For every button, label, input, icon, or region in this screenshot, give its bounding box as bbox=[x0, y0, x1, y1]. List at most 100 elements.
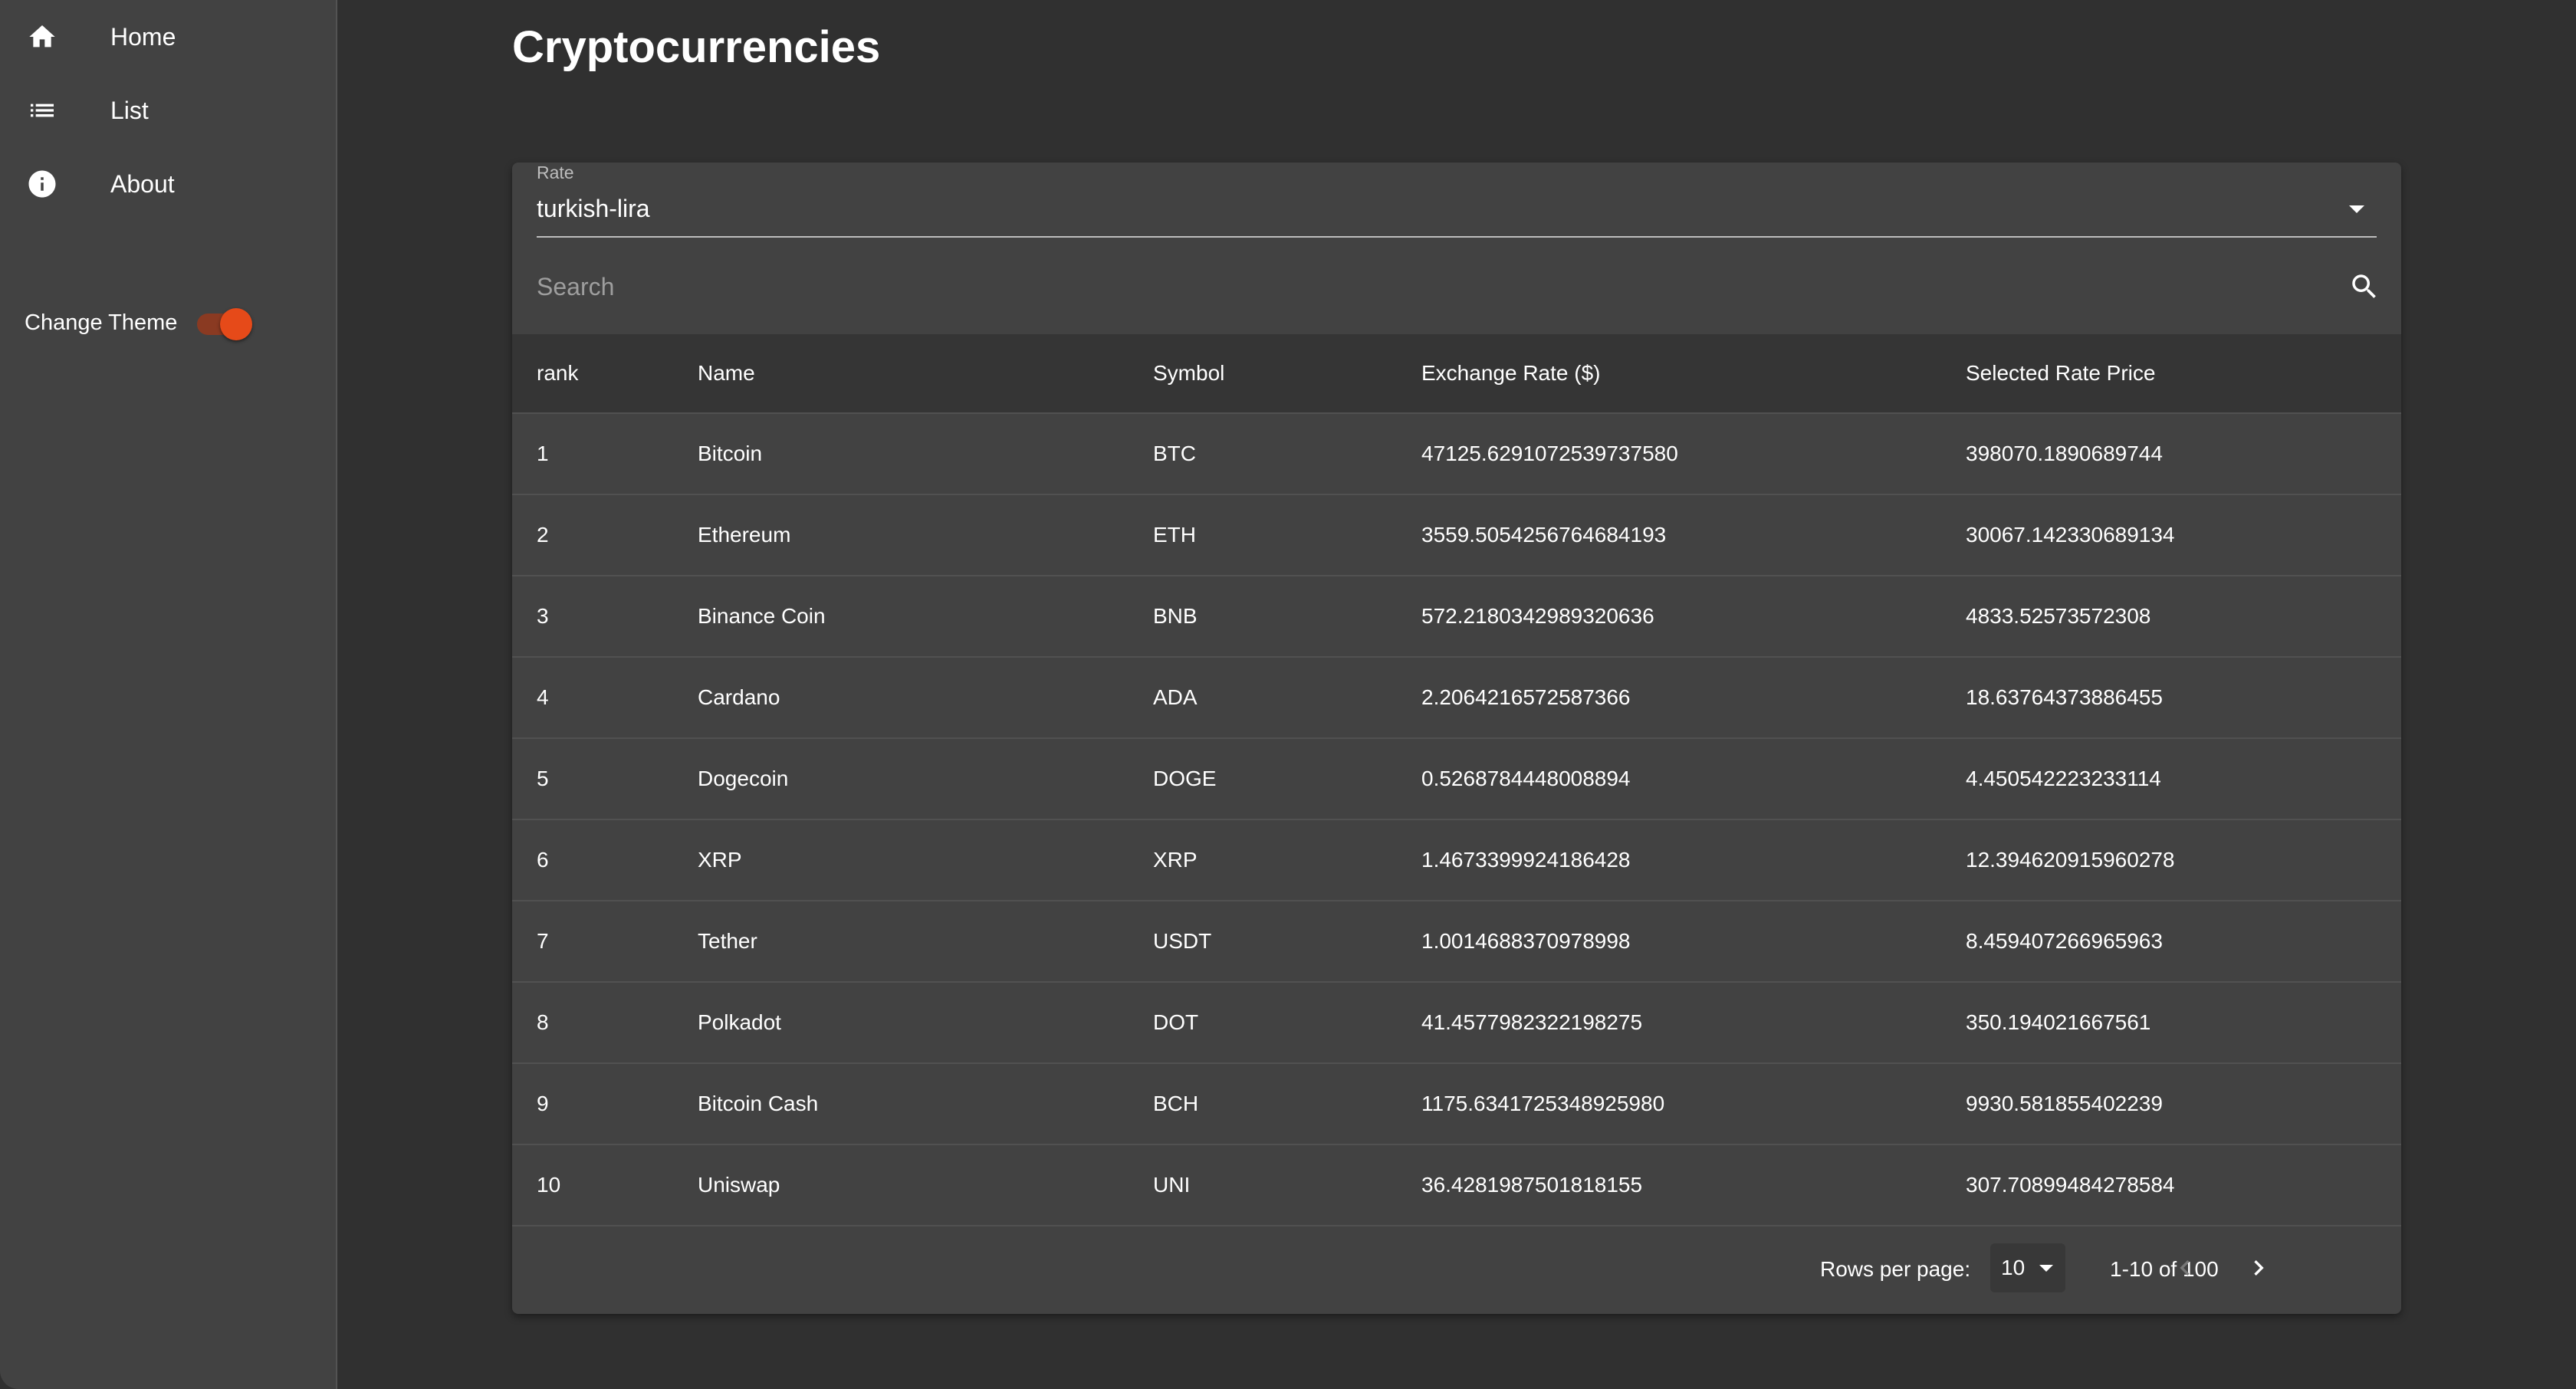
cell-symbol: BNB bbox=[1153, 604, 1198, 628]
cell-rank: 10 bbox=[537, 1173, 561, 1197]
sidebar-item-label: Home bbox=[110, 22, 176, 51]
cell-selected-rate-price: 18.63764373886455 bbox=[1966, 685, 2163, 709]
search-bar bbox=[512, 247, 2401, 327]
crypto-table-card: Rate turkish-lira rank Name Symbol Excha… bbox=[512, 163, 2401, 1314]
cell-rank: 7 bbox=[537, 929, 549, 953]
rate-select[interactable]: Rate turkish-lira bbox=[537, 163, 2377, 238]
rows-per-page-value: 10 bbox=[2001, 1256, 2026, 1279]
cell-symbol: ETH bbox=[1153, 523, 1196, 547]
cell-symbol: DOT bbox=[1153, 1010, 1199, 1034]
switch-thumb bbox=[220, 308, 253, 340]
column-header-exchange-rate: Exchange Rate ($) bbox=[1421, 361, 1601, 385]
cell-name: Tether bbox=[698, 929, 757, 953]
cell-exchange-rate: 47125.6291072539737580 bbox=[1421, 442, 1678, 465]
cell-symbol: ADA bbox=[1153, 685, 1198, 709]
table-row[interactable]: 3 Binance Coin BNB 572.2180342989320636 … bbox=[512, 576, 2401, 658]
cell-exchange-rate: 3559.5054256764684193 bbox=[1421, 523, 1667, 547]
table-row[interactable]: 5 Dogecoin DOGE 0.5268784448008894 4.450… bbox=[512, 739, 2401, 820]
cell-rank: 6 bbox=[537, 848, 549, 872]
info-icon bbox=[25, 167, 59, 201]
cell-selected-rate-price: 398070.1890689744 bbox=[1966, 442, 2163, 465]
cell-exchange-rate: 1.4673399924186428 bbox=[1421, 848, 1631, 872]
cell-rank: 8 bbox=[537, 1010, 549, 1034]
list-icon bbox=[25, 94, 59, 127]
caret-down-icon bbox=[2039, 1265, 2053, 1272]
cell-rank: 2 bbox=[537, 523, 549, 547]
sidebar-item-home[interactable]: Home bbox=[0, 0, 336, 74]
cell-name: Polkadot bbox=[698, 1010, 781, 1034]
cell-exchange-rate: 1175.6341725348925980 bbox=[1421, 1092, 1665, 1115]
cell-symbol: UNI bbox=[1153, 1173, 1191, 1197]
cell-exchange-rate: 2.2064216572587366 bbox=[1421, 685, 1631, 709]
cell-rank: 9 bbox=[537, 1092, 549, 1115]
cell-selected-rate-price: 4.450542223233114 bbox=[1966, 767, 2161, 790]
sidebar-item-label: List bbox=[110, 96, 149, 124]
table-pagination: Rows per page: 10 1-10 of 100 bbox=[512, 1230, 2401, 1314]
crypto-table: rank Name Symbol Exchange Rate ($) Selec… bbox=[512, 334, 2401, 1226]
cell-name: Binance Coin bbox=[698, 604, 826, 628]
search-icon[interactable] bbox=[2346, 268, 2383, 305]
table-row[interactable]: 4 Cardano ADA 2.2064216572587366 18.6376… bbox=[512, 658, 2401, 739]
cell-symbol: BCH bbox=[1153, 1092, 1199, 1115]
cell-name: Ethereum bbox=[698, 523, 791, 547]
cell-name: Bitcoin Cash bbox=[698, 1092, 819, 1115]
cell-rank: 1 bbox=[537, 442, 549, 465]
sidebar-item-list[interactable]: List bbox=[0, 74, 336, 147]
column-header-symbol: Symbol bbox=[1153, 361, 1225, 385]
table-row[interactable]: 1 Bitcoin BTC 47125.6291072539737580 398… bbox=[512, 414, 2401, 495]
caret-down-icon bbox=[2349, 205, 2364, 213]
chevron-right-icon bbox=[2254, 1260, 2264, 1276]
cell-symbol: USDT bbox=[1153, 929, 1212, 953]
next-page-button[interactable] bbox=[2240, 1249, 2277, 1286]
cell-name: XRP bbox=[698, 848, 742, 872]
cell-name: Uniswap bbox=[698, 1173, 780, 1197]
cell-exchange-rate: 1.0014688370978998 bbox=[1421, 929, 1631, 953]
cell-selected-rate-price: 350.194021667561 bbox=[1966, 1010, 2151, 1034]
column-header-name: Name bbox=[698, 361, 755, 385]
search-input[interactable] bbox=[537, 265, 2315, 308]
cell-name: Bitcoin bbox=[698, 442, 763, 465]
cell-rank: 4 bbox=[537, 685, 549, 709]
table-row[interactable]: 9 Bitcoin Cash BCH 1175.6341725348925980… bbox=[512, 1064, 2401, 1145]
sidebar: Home List About Change Theme bbox=[0, 0, 337, 1389]
table-row[interactable]: 2 Ethereum ETH 3559.5054256764684193 300… bbox=[512, 495, 2401, 576]
cell-selected-rate-price: 9930.581855402239 bbox=[1966, 1092, 2163, 1115]
cell-exchange-rate: 572.2180342989320636 bbox=[1421, 604, 1654, 628]
cell-selected-rate-price: 30067.142330689134 bbox=[1966, 523, 2175, 547]
sidebar-item-about[interactable]: About bbox=[0, 147, 336, 221]
chevron-left-icon bbox=[2180, 1260, 2190, 1276]
cell-rank: 3 bbox=[537, 604, 549, 628]
page-title: Cryptocurrencies bbox=[512, 22, 881, 72]
app: Home List About Change Theme Cryptocurre… bbox=[0, 0, 2576, 1389]
cell-selected-rate-price: 8.459407266965963 bbox=[1966, 929, 2163, 953]
table-row[interactable]: 6 XRP XRP 1.4673399924186428 12.39462091… bbox=[512, 820, 2401, 901]
column-header-rank: rank bbox=[537, 361, 579, 385]
cell-exchange-rate: 36.4281987501818155 bbox=[1421, 1173, 1643, 1197]
cell-symbol: BTC bbox=[1153, 442, 1196, 465]
home-icon bbox=[25, 20, 59, 54]
cell-symbol: XRP bbox=[1153, 848, 1198, 872]
rate-select-value: turkish-lira bbox=[537, 195, 650, 222]
cell-name: Cardano bbox=[698, 685, 780, 709]
cell-rank: 5 bbox=[537, 767, 549, 790]
cell-selected-rate-price: 12.394620915960278 bbox=[1966, 848, 2175, 872]
theme-toggle-label: Change Theme bbox=[25, 310, 178, 335]
cell-exchange-rate: 0.5268784448008894 bbox=[1421, 767, 1631, 790]
cell-exchange-rate: 41.4577982322198275 bbox=[1421, 1010, 1643, 1034]
rate-select-label: Rate bbox=[537, 163, 574, 182]
table-header-row: rank Name Symbol Exchange Rate ($) Selec… bbox=[512, 334, 2401, 414]
cell-symbol: DOGE bbox=[1153, 767, 1217, 790]
theme-toggle-row: Change Theme bbox=[25, 304, 254, 342]
previous-page-button[interactable] bbox=[2167, 1249, 2203, 1286]
cell-selected-rate-price: 4833.52573572308 bbox=[1966, 604, 2151, 628]
column-header-selected-rate-price: Selected Rate Price bbox=[1966, 361, 2156, 385]
sidebar-item-label: About bbox=[110, 169, 175, 198]
theme-toggle-switch[interactable] bbox=[192, 304, 254, 342]
cell-selected-rate-price: 307.70899484278584 bbox=[1966, 1173, 2175, 1197]
rows-per-page-label: Rows per page: bbox=[1820, 1257, 1971, 1281]
table-row[interactable]: 8 Polkadot DOT 41.4577982322198275 350.1… bbox=[512, 983, 2401, 1064]
rows-per-page-select[interactable]: 10 bbox=[1990, 1243, 2065, 1292]
table-row[interactable]: 7 Tether USDT 1.0014688370978998 8.45940… bbox=[512, 901, 2401, 983]
table-row[interactable]: 10 Uniswap UNI 36.4281987501818155 307.7… bbox=[512, 1145, 2401, 1226]
cell-name: Dogecoin bbox=[698, 767, 789, 790]
